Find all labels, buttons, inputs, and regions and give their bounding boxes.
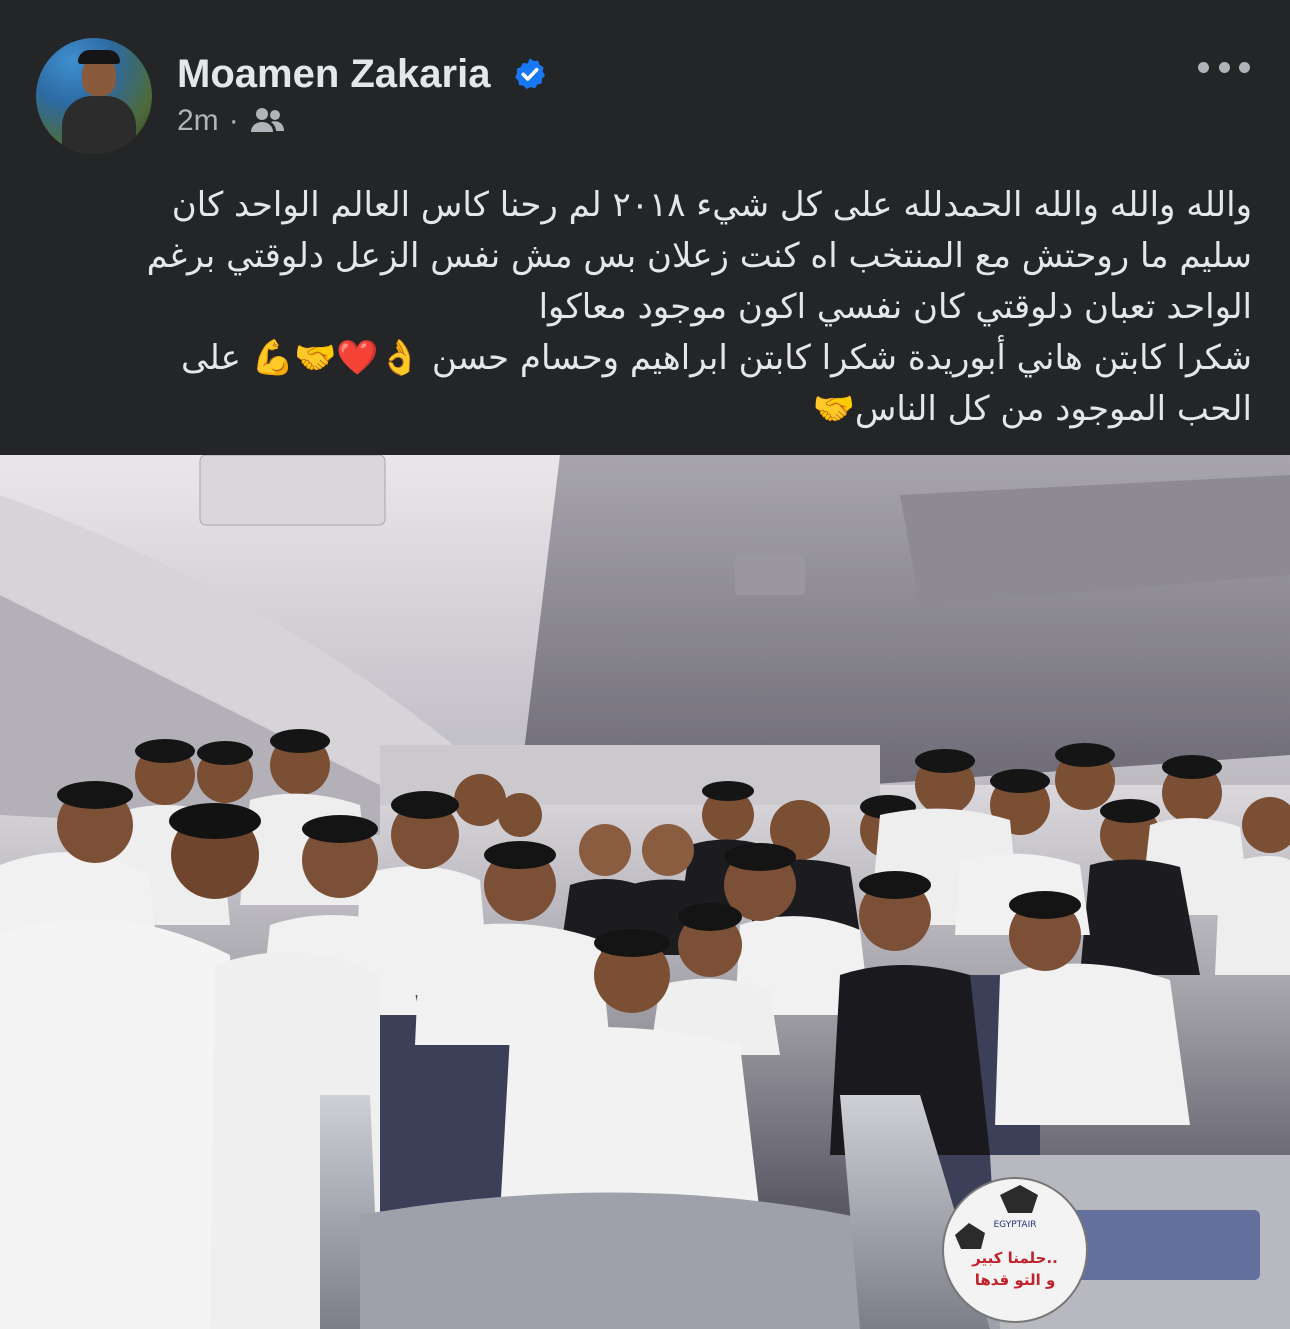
ceiling-panel xyxy=(199,455,386,526)
seat-pocket xyxy=(1060,1210,1260,1280)
meta-separator: · xyxy=(228,104,239,137)
post-header: Moamen Zakaria 2m · xyxy=(0,0,1290,170)
verified-badge-icon xyxy=(515,58,545,89)
author-name[interactable]: Moamen Zakaria xyxy=(177,52,490,97)
more-dot xyxy=(1198,61,1209,73)
air-vent xyxy=(735,555,805,595)
ball-brand: EGYPTAIR xyxy=(993,1220,1036,1230)
team-photo-illustration: EGYPTAIR حلمنا كبير.. و التو قدها xyxy=(0,455,1290,1329)
post-photo[interactable]: EGYPTAIR حلمنا كبير.. و التو قدها xyxy=(0,455,1290,1329)
ball-slogan-line: و التو قدها xyxy=(975,1271,1056,1289)
more-dot xyxy=(1218,61,1230,73)
more-dot xyxy=(1239,61,1250,73)
more-options-icon[interactable] xyxy=(1198,52,1250,82)
post-meta: 2m · xyxy=(177,104,285,138)
post-message-line: سليم ما روحتش مع المنتخب اه كنت زعلان بس… xyxy=(146,236,1252,276)
egyptair-football: EGYPTAIR حلمنا كبير.. و التو قدها xyxy=(942,1177,1088,1323)
post-message: والله والله والله الحمدلله على كل شيء ٢٠… xyxy=(22,180,1252,435)
post-message-line: شكرا كابتن هاني أبوريدة شكرا كابتن ابراه… xyxy=(181,338,1252,378)
post-message-line: والله والله والله الحمدلله على كل شيء ٢٠… xyxy=(171,185,1252,225)
post-message-line: الحب الموجود من كل الناس🤝 xyxy=(812,389,1252,429)
ball-slogan-line: حلمنا كبير.. xyxy=(971,1249,1058,1267)
post-timestamp[interactable]: 2m xyxy=(177,104,219,138)
friends-audience-icon[interactable] xyxy=(249,106,285,136)
facebook-post: Moamen Zakaria 2m · والله والله والله ال… xyxy=(0,0,1290,1329)
avatar-figure-body xyxy=(62,96,136,154)
author-avatar[interactable] xyxy=(36,38,152,154)
post-message-line: الواحد تعبان دلوقتي كان نفسي اكون موجود … xyxy=(538,287,1252,327)
avatar-figure-cap xyxy=(78,50,120,64)
